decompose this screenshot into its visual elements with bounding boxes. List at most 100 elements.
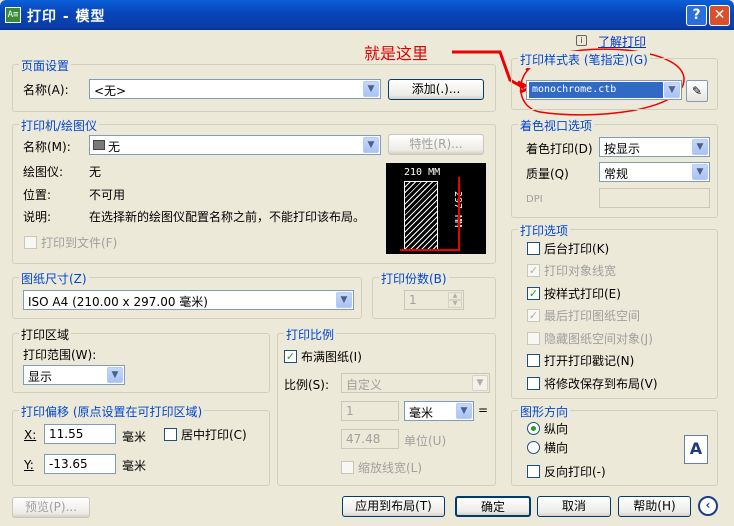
printable-area-bottom-line (400, 249, 460, 251)
hide-paperspace-objects-checkbox[interactable]: 隐藏图纸空间对象(J) (527, 332, 653, 346)
chevron-down-icon: ▼ (692, 139, 708, 155)
fit-to-paper-label: 布满图纸(I) (301, 350, 362, 364)
checkbox-box (527, 377, 540, 390)
plot-lineweights-label: 打印对象线宽 (544, 264, 617, 278)
offset-y-input[interactable]: -13.65 (44, 454, 116, 474)
paper-size-select[interactable]: ISO A4 (210.00 x 297.00 毫米) ▼ (23, 290, 354, 310)
scale-unit-select[interactable]: 毫米 ▼ (404, 401, 474, 421)
chevron-down-icon: ▼ (692, 164, 708, 180)
fit-to-paper-checkbox[interactable]: ✓ 布满图纸(I) (284, 350, 362, 364)
description-label: 说明: (23, 210, 52, 224)
autocad-app-icon: A≡ (5, 7, 21, 23)
printable-area-right-line (458, 177, 460, 251)
landscape-radio[interactable]: 横向 (527, 441, 568, 455)
plot-style-value: monochrome.ctb (529, 82, 663, 98)
add-page-setup-button[interactable]: 添加(.)... (388, 79, 484, 100)
copies-title: 打印份数(B) (379, 270, 449, 287)
titlebar: A≡ 打印 - 模型 ? ✕ (0, 0, 734, 30)
background-plot-label: 后台打印(K) (544, 242, 610, 256)
spin-up-icon[interactable]: ▲ (448, 292, 462, 300)
paper-preview: 210 MM 297 MM (386, 163, 486, 254)
dpi-input[interactable] (599, 188, 710, 208)
scale-denominator-input[interactable]: 47.48 (341, 429, 399, 449)
scale-equals: = (478, 403, 489, 417)
shade-plot-select[interactable]: 按显示 ▼ (599, 137, 710, 157)
center-plot-checkbox[interactable]: 居中打印(C) (164, 428, 247, 442)
quality-label: 质量(Q) (526, 167, 569, 181)
scale-unit-value: 毫米 (409, 406, 434, 420)
annotation-text: 就是这里 (364, 44, 429, 63)
plot-with-styles-checkbox[interactable]: ✓ 按样式打印(E) (527, 287, 621, 301)
plot-style-select[interactable]: monochrome.ctb ▼ (526, 80, 682, 100)
offset-x-unit: 毫米 (122, 430, 147, 444)
checkbox-box (527, 354, 540, 367)
ok-button[interactable]: 确定 (455, 496, 531, 517)
copies-value: 1 (409, 293, 417, 307)
apply-to-layout-button[interactable]: 应用到布局(T) (342, 496, 445, 517)
scale-select[interactable]: 自定义 ▼ (341, 373, 490, 393)
print-to-file-checkbox[interactable]: 打印到文件(F) (24, 236, 117, 250)
plot-lineweights-checkbox[interactable]: ✓ 打印对象线宽 (527, 264, 616, 278)
chevron-left-icon: ‹ (705, 498, 711, 512)
plot-scale-title: 打印比例 (284, 326, 337, 343)
chevron-down-icon: ▼ (336, 292, 352, 308)
plotter-label: 绘图仪: (23, 165, 64, 179)
plot-area-title: 打印区域 (19, 326, 72, 343)
printer-name-select[interactable]: 无 ▼ (89, 135, 381, 155)
checkbox-box (527, 332, 540, 345)
plot-stamp-checkbox[interactable]: 打开打印戳记(N) (527, 354, 634, 368)
offset-x-input[interactable]: 11.55 (44, 424, 116, 444)
shade-plot-value: 按显示 (604, 142, 641, 156)
chevron-down-icon: ▼ (363, 137, 379, 153)
plot-options-title: 打印选项 (518, 222, 571, 239)
preview-button[interactable]: 预览(P)... (12, 497, 90, 518)
printer-title: 打印机/绘图仪 (19, 117, 100, 134)
cancel-button[interactable]: 取消 (537, 496, 611, 517)
background-plot-checkbox[interactable]: 后台打印(K) (527, 242, 609, 256)
help-title-button[interactable]: ? (686, 5, 707, 26)
offset-y-unit: 毫米 (122, 459, 147, 473)
checkbox-box: ✓ (527, 287, 540, 300)
printer-properties-button[interactable]: 特性(R)... (388, 134, 484, 155)
chevron-down-icon: ▼ (472, 375, 488, 391)
chevron-down-icon: ▼ (107, 367, 123, 383)
spin-down-icon[interactable]: ▼ (448, 300, 462, 308)
chevron-down-icon: ▼ (664, 82, 680, 98)
offset-y-label: Y: (24, 458, 34, 472)
scale-lineweights-checkbox[interactable]: 缩放线宽(L) (341, 461, 422, 475)
plot-offset-title: 打印偏移 (原点设置在可打印区域) (19, 403, 205, 420)
shade-plot-label: 着色打印(D) (526, 142, 593, 156)
info-icon: i (576, 35, 587, 46)
pencil-icon: ✎ (691, 84, 703, 98)
scale-numerator-input[interactable]: 1 (341, 401, 399, 421)
plot-dialog: A≡ 打印 - 模型 ? ✕ 就是这里 i 了解打印 页面设置 名称(A): <… (0, 0, 734, 526)
orientation-preview-icon: A (684, 435, 708, 464)
printer-icon (93, 140, 105, 150)
scale-denominator-unit: 单位(U) (404, 434, 447, 448)
plot-range-select[interactable]: 显示 ▼ (23, 365, 125, 385)
save-to-layout-label: 将修改保存到布局(V) (544, 377, 658, 391)
page-setup-name-select[interactable]: <无> ▼ (89, 79, 381, 99)
paperspace-last-label: 最后打印图纸空间 (544, 309, 641, 323)
close-button[interactable]: ✕ (709, 5, 730, 26)
paper-size-title: 图纸尺寸(Z) (19, 270, 89, 287)
help-button[interactable]: 帮助(H) (618, 496, 691, 517)
portrait-radio[interactable]: 纵向 (527, 422, 568, 436)
collapse-options-button[interactable]: ‹ (698, 496, 718, 516)
print-to-file-label: 打印到文件(F) (41, 236, 118, 250)
plot-offset-group: 打印偏移 (原点设置在可打印区域) (12, 403, 270, 486)
portrait-label: 纵向 (544, 422, 569, 436)
paper-sheet (404, 181, 438, 251)
location-value: 不可用 (89, 188, 126, 202)
offset-x-label: X: (24, 428, 37, 442)
dpi-label: DPI (526, 194, 543, 205)
copies-spinner[interactable]: 1 ▲ ▼ (404, 290, 464, 310)
save-to-layout-checkbox[interactable]: 将修改保存到布局(V) (527, 377, 658, 391)
paperspace-last-checkbox[interactable]: ✓ 最后打印图纸空间 (527, 309, 640, 323)
edit-plot-style-button[interactable]: ✎ (686, 80, 708, 102)
quality-select[interactable]: 常规 ▼ (599, 162, 710, 182)
plot-range-value: 显示 (28, 370, 53, 384)
landscape-label: 横向 (544, 441, 569, 455)
upside-down-checkbox[interactable]: 反向打印(-) (527, 465, 606, 479)
learn-plot-link[interactable]: 了解打印 (598, 33, 646, 50)
